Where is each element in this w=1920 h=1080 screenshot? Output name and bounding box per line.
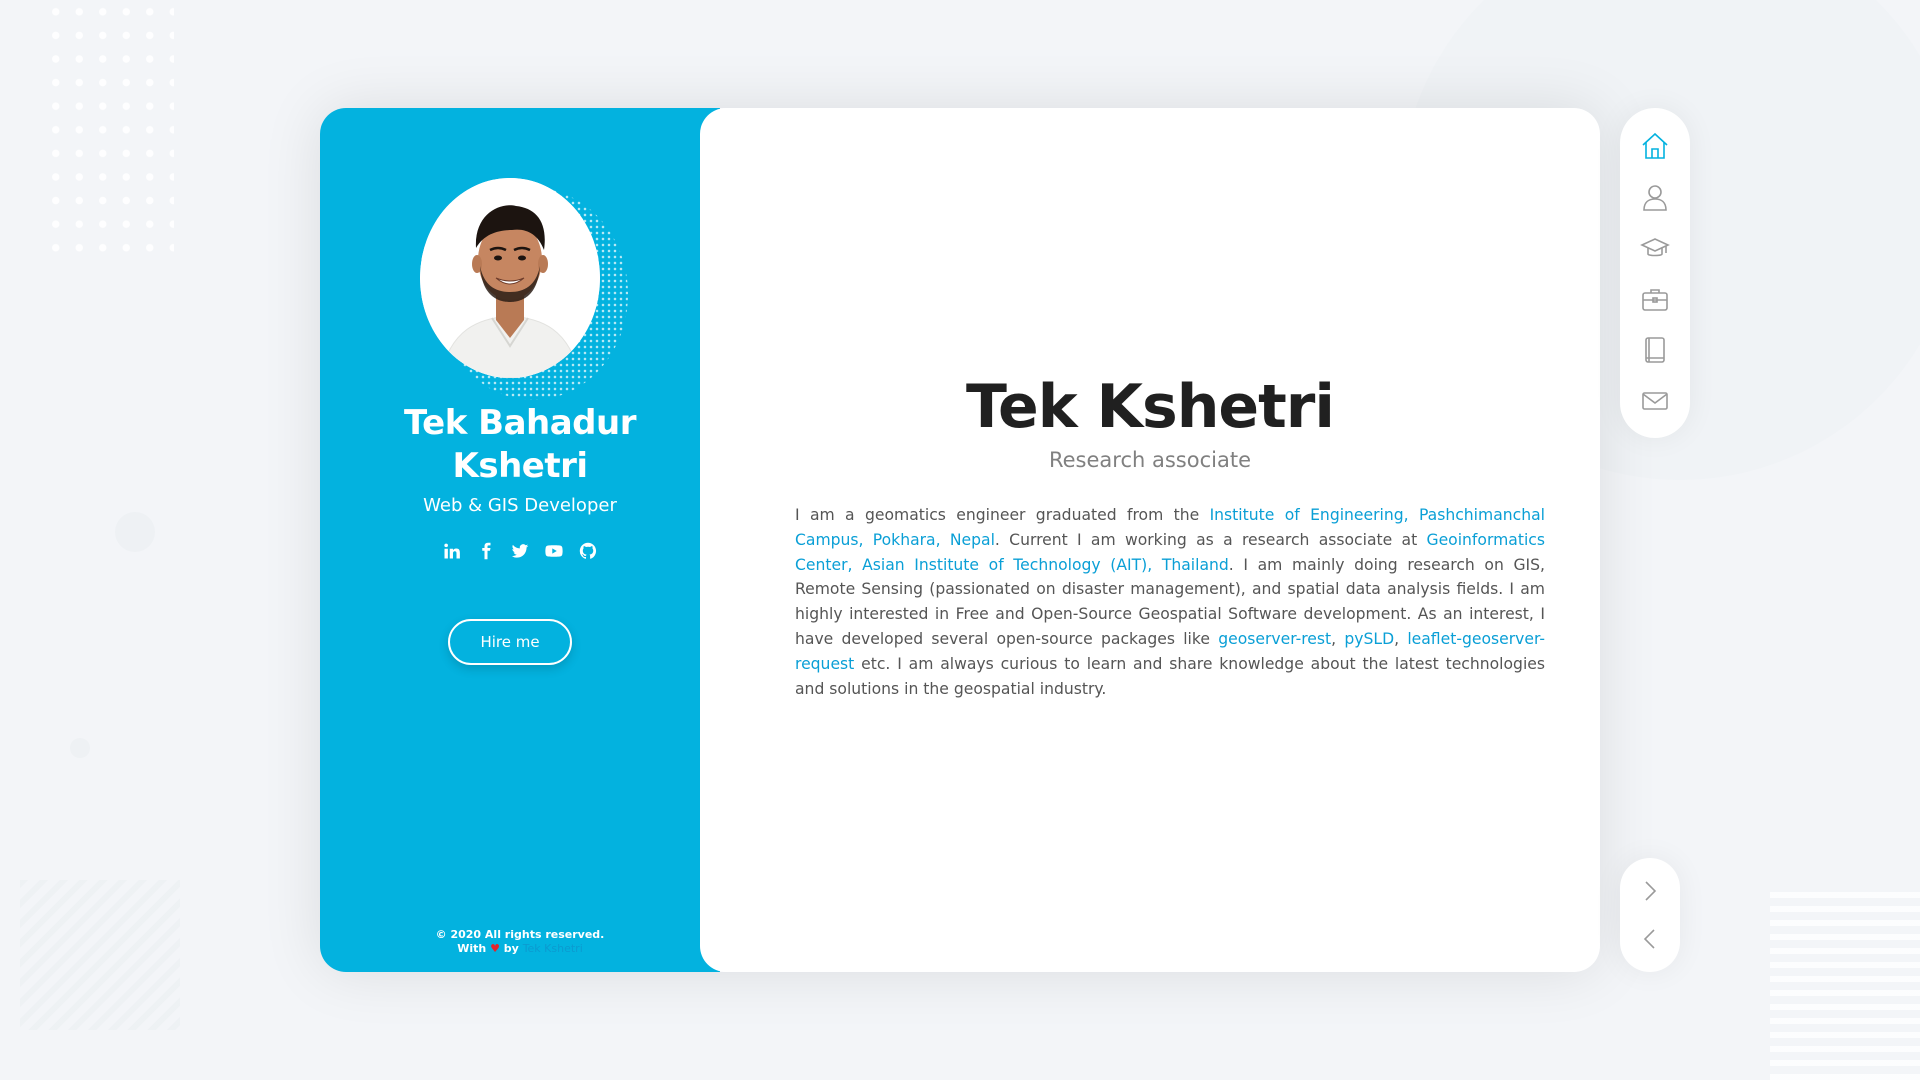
hire-me-button[interactable]: Hire me [448, 619, 572, 665]
footer-credit: With ♥ by Tek Kshetri [320, 942, 720, 956]
heart-icon: ♥ [490, 942, 500, 955]
page-title: Tek Kshetri [966, 372, 1335, 442]
background-circle [115, 512, 155, 552]
social-links [320, 542, 720, 560]
page-navigation-arrows [1620, 858, 1680, 972]
background-circle [70, 738, 90, 758]
nav-about[interactable] [1639, 181, 1671, 212]
linkedin-icon[interactable] [443, 542, 461, 560]
github-icon[interactable] [579, 542, 597, 560]
profile-name-line2: Kshetri [452, 446, 588, 486]
page-subtitle: Research associate [1048, 448, 1251, 472]
nav-home[interactable] [1639, 130, 1671, 161]
next-page-button[interactable] [1635, 876, 1665, 906]
nav-experience[interactable] [1639, 283, 1671, 314]
footer-with-text: With [457, 942, 487, 955]
copyright-text: © 2020 All rights reserved. [435, 928, 605, 941]
profile-name-line1: Tek Bahadur [403, 403, 637, 443]
background-stripes [1770, 890, 1920, 1080]
nav-contact[interactable] [1639, 385, 1671, 416]
home-icon [1642, 132, 1668, 159]
bio-link-geoserver-rest[interactable]: geoserver-rest [1218, 630, 1331, 648]
facebook-icon[interactable] [477, 542, 495, 560]
profile-card: Tek Bahadur Kshetri Web & GIS Developer … [320, 108, 1600, 972]
profile-role: Web & GIS Developer [423, 495, 617, 516]
bio-text: I am a geomatics engineer graduated from… [795, 506, 1210, 524]
chevron-left-icon [1643, 929, 1655, 949]
background-stripes [20, 880, 180, 1030]
avatar [420, 178, 600, 378]
background-dot-pattern [44, 0, 174, 265]
bio-text: . Current I am working as a research ass… [994, 530, 1427, 549]
nav-publications[interactable] [1639, 334, 1671, 365]
user-icon [1643, 184, 1667, 211]
bio-text: etc. I am always curious to learn and sh… [795, 654, 1545, 698]
footer-by-text: by [503, 942, 519, 955]
book-icon [1645, 336, 1665, 363]
bio-link-pysld[interactable]: pySLD [1344, 630, 1394, 648]
avatar-container [420, 178, 628, 400]
section-nav [1620, 108, 1690, 438]
main-content: Tek Kshetri Research associate I am a ge… [700, 108, 1600, 972]
profile-sidebar: Tek Bahadur Kshetri Web & GIS Developer … [320, 108, 720, 972]
nav-education[interactable] [1639, 232, 1671, 263]
footer-author-link[interactable]: Tek Kshetri [523, 942, 583, 955]
chevron-right-icon [1645, 881, 1657, 901]
graduation-cap-icon [1640, 237, 1670, 256]
profile-name: Tek Bahadur Kshetri [320, 402, 720, 488]
avatar-portrait [420, 178, 600, 378]
briefcase-icon [1642, 288, 1668, 311]
youtube-icon[interactable] [545, 542, 563, 560]
twitter-icon[interactable] [511, 542, 529, 560]
mail-icon [1642, 391, 1668, 410]
previous-page-button[interactable] [1635, 924, 1665, 954]
bio-paragraph: I am a geomatics engineer graduated from… [795, 503, 1545, 701]
sidebar-footer: © 2020 All rights reserved. With ♥ by Te… [320, 928, 720, 956]
bio-text: , [1331, 629, 1345, 648]
bio-text: , [1394, 629, 1408, 648]
